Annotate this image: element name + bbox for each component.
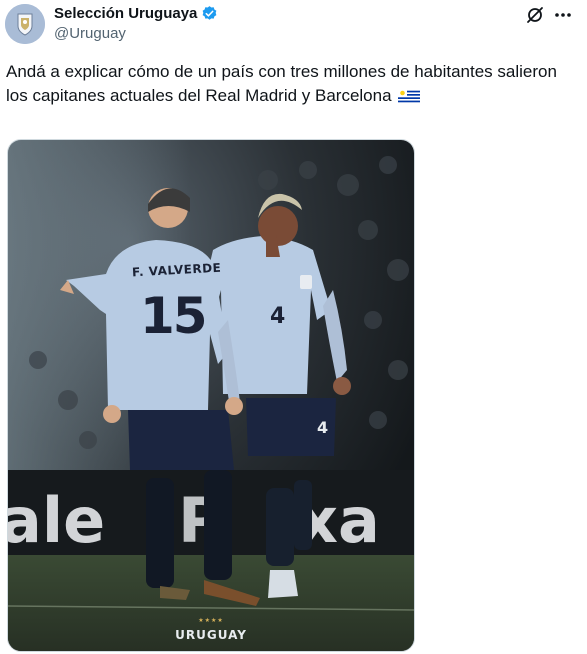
- crest-stars: ★★★★: [198, 618, 224, 624]
- user-handle[interactable]: @Uruguay: [54, 25, 126, 42]
- tweet-body: Andá a explicar cómo de un país con tres…: [6, 62, 557, 105]
- shorts-number: 4: [317, 418, 329, 437]
- uruguay-watermark: URUGUAY: [175, 628, 247, 642]
- players-photo: ale P xa: [8, 140, 414, 651]
- uruguay-crest-icon: [5, 4, 45, 44]
- jersey-number-front: 4: [270, 304, 286, 329]
- svg-text:ale: ale: [8, 484, 105, 557]
- uruguay-flag-icon: [398, 87, 421, 111]
- more-horizontal-icon[interactable]: [552, 5, 574, 25]
- display-name[interactable]: Selección Uruguaya: [54, 5, 197, 22]
- avatar[interactable]: [5, 4, 45, 44]
- jersey-number-back: 15: [140, 287, 208, 345]
- tweet-text: Andá a explicar cómo de un país con tres…: [6, 60, 581, 111]
- verified-badge-icon: [201, 5, 218, 22]
- grok-slash-icon[interactable]: [526, 6, 544, 24]
- tweet-header: Selección Uruguaya @Uruguay: [0, 0, 587, 50]
- tweet-media-photo[interactable]: ale P xa F. VALVERDE 15 4 4 ★★★★ URUGUAY: [7, 139, 415, 652]
